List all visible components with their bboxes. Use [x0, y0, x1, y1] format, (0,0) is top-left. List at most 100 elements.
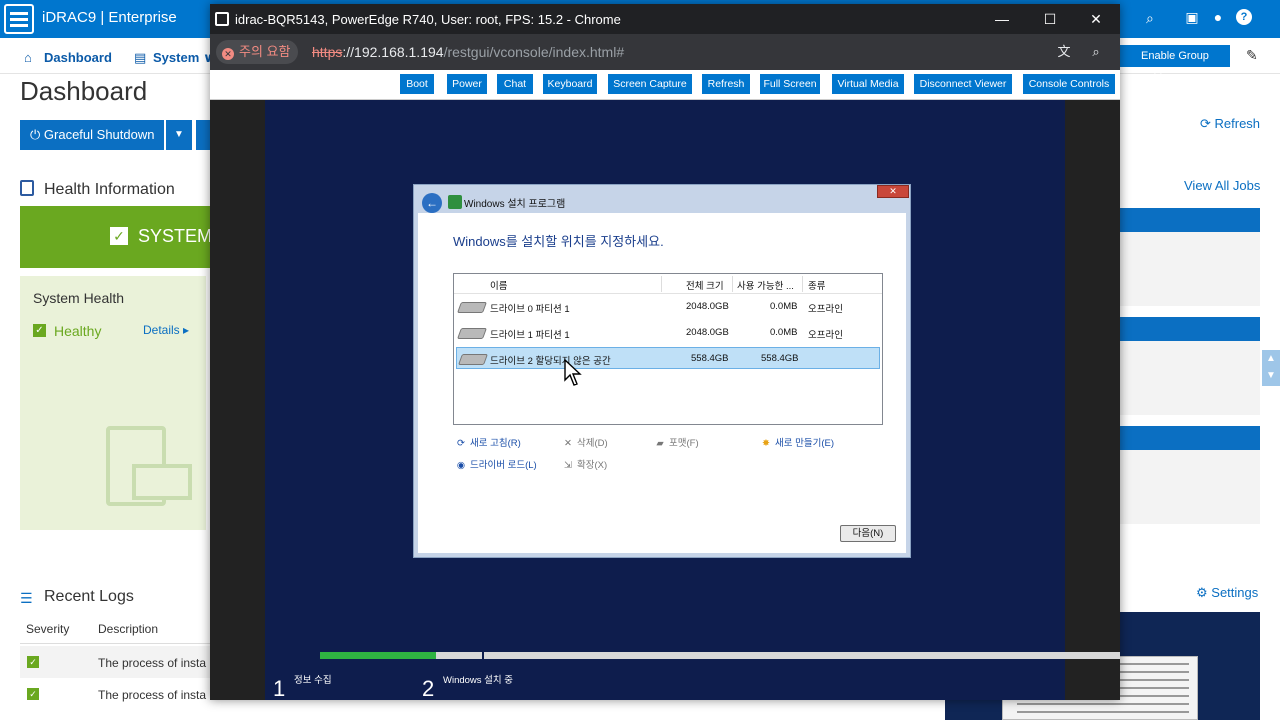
chrome-titlebar[interactable]: idrac-BQR5143, PowerEdge R740, User: roo… [210, 4, 1120, 34]
hard-drive-icon [456, 302, 488, 313]
console-controls-button[interactable]: Console Controls [1023, 74, 1115, 94]
enable-group-manager-button[interactable]: Enable Group Manager [1120, 45, 1230, 84]
progress-step-divider [482, 651, 484, 660]
delete-action[interactable]: ✕ 삭제(D) [562, 435, 608, 449]
window-title: idrac-BQR5143, PowerEdge R740, User: roo… [235, 12, 621, 27]
nav-dashboard[interactable]: Dashboard [44, 50, 112, 65]
details-link[interactable]: Details ▸ [143, 323, 189, 337]
check-icon: ✓ [110, 227, 128, 245]
minimize-icon[interactable]: — [990, 8, 1014, 30]
remote-screen[interactable]: ← Windows 설치 프로그램 ✕ Windows를 설치할 위치를 지정하… [265, 100, 1120, 701]
extend-action[interactable]: ⇲ 확장(X) [562, 457, 607, 471]
idrac-logo-icon [4, 4, 34, 34]
delete-icon: ✕ [564, 438, 572, 449]
boot-button[interactable]: Boot [400, 74, 434, 94]
load-driver-icon: ◉ [456, 460, 466, 471]
drive-free: 558.4GB [761, 353, 799, 364]
keyboard-button[interactable]: Keyboard [543, 74, 597, 94]
setup-content: Windows를 설치할 위치를 지정하세요. 이름 전체 크기 사용 가능한 … [418, 213, 906, 553]
graceful-shutdown-button[interactable]: ⏻ Graceful Shutdown [20, 120, 164, 150]
search-icon[interactable]: ⌕ [1146, 10, 1154, 27]
url-host: ://192.168.1.194 [342, 44, 444, 60]
log-description: The process of insta [98, 688, 207, 702]
security-warning-label: 주의 요함 [239, 44, 291, 59]
pin-icon[interactable]: ✎ [1246, 47, 1258, 64]
next-button[interactable]: 다음(N) [840, 525, 896, 542]
page-title: Dashboard [20, 76, 148, 106]
windows-setup-icon [448, 195, 462, 209]
panel-body [1120, 232, 1260, 306]
system-icon: ▤ [134, 50, 147, 65]
identify-button[interactable] [196, 120, 210, 150]
translate-icon[interactable]: 文 [1056, 44, 1072, 60]
health-info-icon [20, 180, 34, 196]
table-row[interactable]: ✓ The process of insta [20, 646, 210, 678]
settings-link[interactable]: ⚙ Settings [1196, 585, 1258, 601]
virtual-media-button[interactable]: Virtual Media [832, 74, 904, 94]
zoom-icon[interactable]: ⌕ [1088, 44, 1104, 60]
healthy-check-icon: ✓ [33, 324, 46, 337]
address-bar[interactable]: ✕ 주의 요함 https://192.168.1.194/restgui/vco… [210, 34, 1120, 70]
group-icon[interactable]: ▣ [1184, 9, 1200, 25]
drive-row-2-selected[interactable]: 드라이브 2 할당되지 않은 공간 558.4GB 558.4GB [456, 347, 880, 369]
new-action-label: 새로 만들기(E) [775, 438, 835, 449]
col-free-space[interactable]: 사용 가능한 ... [737, 278, 794, 292]
dialog-close-icon[interactable]: ✕ [877, 185, 909, 198]
drive-free: 0.0MB [770, 327, 798, 338]
user-icon[interactable]: ● [1210, 9, 1226, 25]
chat-button[interactable]: Chat [497, 74, 533, 94]
hard-drive-icon [457, 354, 489, 365]
system-health-banner: ✓ SYSTEM [20, 206, 212, 268]
healthy-status: Healthy [54, 323, 102, 339]
drive-type: 오프라인 [808, 304, 843, 315]
screen-capture-button[interactable]: Screen Capture [608, 74, 692, 94]
maximize-icon[interactable]: ☐ [1038, 8, 1062, 30]
drive-list-header: 이름 전체 크기 사용 가능한 ... 종류 [454, 274, 882, 294]
drive-total: 2048.0GB [686, 301, 729, 312]
mouse-cursor-icon [564, 358, 582, 386]
close-icon[interactable]: ✕ [1084, 8, 1108, 30]
drive-row-0[interactable]: 드라이브 0 파티션 1 2048.0GB 0.0MB 오프라인 [456, 296, 880, 318]
full-screen-button[interactable]: Full Screen [760, 74, 820, 94]
ok-check-icon: ✓ [27, 656, 39, 668]
new-action[interactable]: ✸ 새로 만들기(E) [760, 435, 834, 449]
health-information-heading: Health Information [44, 181, 175, 198]
col-total-size[interactable]: 전체 크기 [686, 278, 724, 292]
help-icon[interactable]: ? [1236, 9, 1252, 25]
refresh-button[interactable]: Refresh [702, 74, 750, 94]
security-warning-chip[interactable]: ✕ 주의 요함 [216, 40, 299, 64]
panel-body [1120, 341, 1260, 415]
nav-system[interactable]: System ∨ [153, 50, 213, 66]
extend-action-label: 확장(X) [577, 460, 608, 471]
not-secure-icon: ✕ [222, 48, 234, 60]
load-driver-action[interactable]: ◉ 드라이버 로드(L) [455, 457, 537, 471]
power-button[interactable]: Power [447, 74, 487, 94]
back-arrow-icon[interactable]: ← [422, 193, 442, 213]
col-name[interactable]: 이름 [490, 278, 507, 292]
setup-window-title: Windows 설치 프로그램 [464, 199, 566, 210]
format-action[interactable]: ▰ 포맷(F) [654, 435, 698, 449]
drive-row-1[interactable]: 드라이브 1 파티션 1 2048.0GB 0.0MB 오프라인 [456, 322, 880, 344]
url-text[interactable]: https://192.168.1.194/restgui/vconsole/i… [312, 44, 624, 60]
disconnect-viewer-button[interactable]: Disconnect Viewer [914, 74, 1012, 94]
system-health-card: System Health ✓ Healthy Details ▸ [20, 276, 206, 530]
power-options-dropdown[interactable]: ▼ [166, 120, 192, 150]
drive-list[interactable]: 이름 전체 크기 사용 가능한 ... 종류 드라이브 0 파티션 1 2048… [453, 273, 883, 425]
system-health-label: System Health [33, 290, 125, 306]
refresh-action[interactable]: ⟳ 새로 고침(R) [455, 435, 521, 449]
scroll-arrows[interactable]: ▲ ▼ [1262, 350, 1280, 386]
step-1-number: 1 [273, 676, 286, 701]
table-row[interactable]: ✓ The process of insta [20, 678, 210, 710]
format-icon: ▰ [656, 438, 664, 449]
console-area: ← Windows 설치 프로그램 ✕ Windows를 설치할 위치를 지정하… [210, 100, 1120, 701]
url-path: /restgui/vconsole/index.html# [443, 44, 625, 60]
view-all-jobs-link[interactable]: View All Jobs [1184, 178, 1260, 193]
dashboard-home-icon[interactable]: ⌂ [24, 50, 32, 65]
drive-name: 드라이브 1 파티션 1 [490, 330, 570, 341]
refresh-link[interactable]: ⟳ Refresh [1200, 116, 1260, 132]
col-type[interactable]: 종류 [808, 278, 825, 292]
logs-table-header: Severity Description [20, 612, 210, 644]
refresh-icon: ⟳ [457, 438, 465, 449]
idrac-brand: iDRAC9 | Enterprise [42, 9, 177, 26]
graceful-shutdown-label: Graceful Shutdown [43, 127, 155, 142]
